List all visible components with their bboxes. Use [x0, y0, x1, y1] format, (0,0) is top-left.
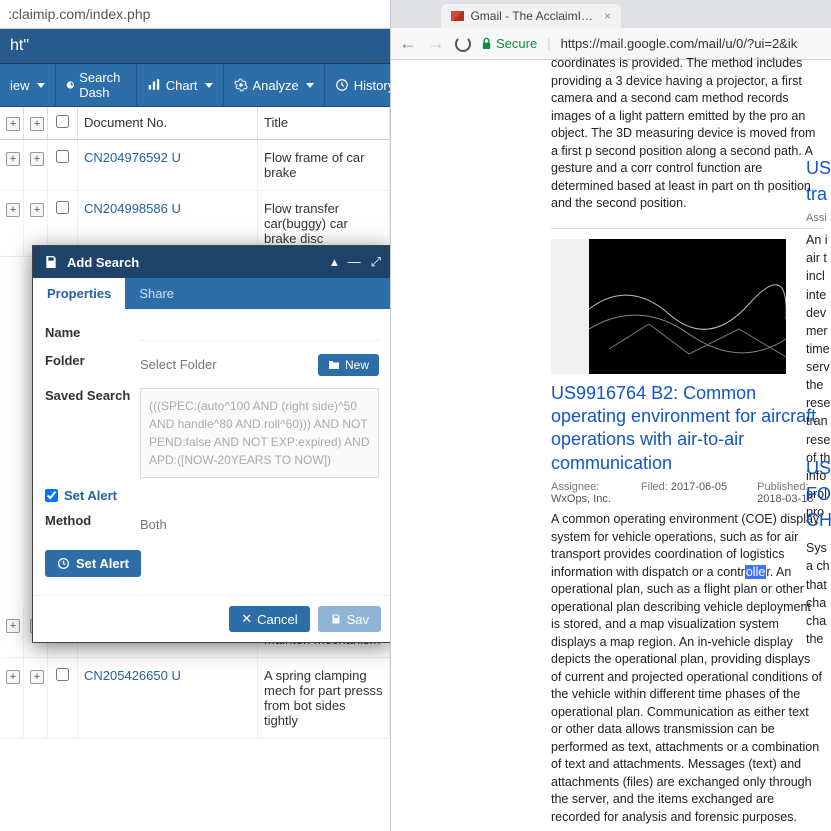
view-menu[interactable]: iew	[0, 64, 56, 106]
browser-tab[interactable]: Gmail - The AcclaimIP.co ×	[441, 4, 621, 28]
chart-menu[interactable]: Chart	[137, 64, 224, 106]
lock-icon	[481, 37, 492, 50]
acclaimip-window: :claimip.com/index.php ht" iew Search Da…	[0, 0, 390, 831]
row-checkbox[interactable]	[56, 668, 69, 681]
save-icon	[330, 613, 342, 625]
method-label: Method	[45, 513, 140, 528]
history-icon	[335, 78, 349, 92]
clock-icon	[57, 557, 70, 570]
cancel-button[interactable]: ✕ Cancel	[229, 606, 309, 632]
save-icon	[43, 254, 59, 270]
search-highlight: olle	[745, 565, 766, 579]
chevron-down-icon	[306, 83, 314, 88]
modal-title: Add Search	[67, 255, 139, 270]
address-bar-left[interactable]: :claimip.com/index.php	[0, 0, 390, 29]
gear-icon	[234, 78, 248, 92]
tab-title: Gmail - The AcclaimIP.co	[470, 9, 598, 23]
toolbar: iew Search Dash Chart Analyze History	[0, 64, 390, 107]
maximize-icon[interactable]: ⤢	[371, 254, 381, 270]
modal-tabs: Properties Share	[33, 278, 391, 309]
dashboard-icon	[66, 78, 75, 92]
plus-icon[interactable]: +	[30, 670, 44, 684]
table-row[interactable]: + + CN204976592 U Flow frame of car brake	[0, 140, 390, 191]
col-document-no[interactable]: Document No.	[78, 107, 258, 139]
method-value: Both	[140, 517, 167, 532]
forward-button[interactable]: →	[427, 33, 445, 54]
patent-meta: Assignee:WxOps, Inc. Filed: 2017-06-05 P…	[551, 481, 823, 505]
chevron-down-icon	[37, 83, 45, 88]
chrome-window: Gmail - The AcclaimIP.co × ← → Secure | …	[390, 0, 831, 831]
page-title-bar: ht"	[0, 29, 390, 64]
folder-placeholder: Select Folder	[140, 357, 217, 372]
save-button[interactable]: Sav	[318, 606, 381, 632]
tab-strip: Gmail - The AcclaimIP.co ×	[391, 0, 831, 28]
select-all-checkbox[interactable]	[48, 107, 78, 139]
plus-icon: +	[6, 117, 20, 131]
set-alert-checkbox-row[interactable]: Set Alert	[45, 484, 379, 507]
grid-header: + + Document No. Title	[0, 107, 390, 140]
set-alert-button[interactable]: Set Alert	[45, 550, 141, 577]
chart-icon	[147, 78, 161, 92]
plus-icon[interactable]: +	[6, 670, 20, 684]
restore-icon[interactable]: —	[348, 254, 361, 270]
folder-icon	[328, 360, 340, 370]
plus-icon[interactable]: +	[30, 203, 44, 217]
side-title[interactable]: US tra	[806, 155, 831, 207]
patent-thumbnail[interactable]	[551, 239, 786, 374]
col-title[interactable]: Title	[258, 107, 390, 139]
expand-col: +	[24, 107, 48, 139]
back-button[interactable]: ←	[399, 33, 417, 54]
secure-badge[interactable]: Secure	[481, 36, 537, 51]
saved-search-text[interactable]: (((SPEC:(auto^100 AND (right side)^50 AN…	[140, 388, 379, 478]
minimize-icon[interactable]: ▴	[331, 254, 338, 270]
plus-icon: +	[30, 117, 44, 131]
set-alert-label: Set Alert	[64, 488, 117, 503]
chevron-down-icon	[205, 83, 213, 88]
row-title: Flow frame of car brake	[258, 140, 390, 190]
sidebar-patent-cut: US FO CH Sys a ch that cha cha the	[806, 455, 831, 648]
plus-icon[interactable]: +	[6, 619, 20, 633]
patent-card: US9916764 B2: Common operating environme…	[551, 228, 823, 827]
abstract-text: coordinates is provided. The method incl…	[551, 55, 823, 213]
row-title: A spring clamping mech for part presss f…	[258, 658, 390, 738]
saved-search-label: Saved Search	[45, 388, 140, 403]
reload-button[interactable]	[455, 36, 471, 52]
patent-title-link[interactable]: US9916764 B2: Common operating environme…	[551, 382, 823, 476]
omnibox[interactable]: https://mail.google.com/mail/u/0/?ui=2&i…	[561, 36, 798, 51]
folder-label: Folder	[45, 353, 140, 368]
tab-properties[interactable]: Properties	[33, 278, 125, 309]
analyze-menu[interactable]: Analyze	[224, 64, 325, 106]
document-link[interactable]: CN204998586 U	[84, 201, 181, 216]
close-icon: ✕	[241, 611, 252, 627]
plus-icon[interactable]: +	[30, 152, 44, 166]
tab-share[interactable]: Share	[125, 278, 188, 309]
row-checkbox[interactable]	[56, 201, 69, 214]
method-select[interactable]: Both	[140, 513, 379, 536]
modal-header[interactable]: Add Search ▴ — ⤢	[33, 246, 391, 278]
name-input[interactable]	[140, 325, 379, 341]
plus-icon[interactable]: +	[6, 203, 20, 217]
name-label: Name	[45, 325, 140, 340]
patent-abstract: A common operating environment (COE) dis…	[551, 511, 823, 826]
folder-select[interactable]: Select Folder	[140, 353, 310, 376]
close-tab-icon[interactable]: ×	[604, 9, 611, 23]
email-body: coordinates is provided. The method incl…	[391, 55, 831, 831]
document-link[interactable]: CN205426650 U	[84, 668, 181, 683]
expand-all[interactable]: +	[0, 107, 24, 139]
row-checkbox[interactable]	[56, 150, 69, 163]
document-link[interactable]: CN204976592 U	[84, 150, 181, 165]
new-folder-button[interactable]: New	[318, 354, 379, 376]
search-dash-button[interactable]: Search Dash	[56, 64, 137, 106]
table-row[interactable]: + + CN205426650 U A spring clamping mech fo…	[0, 658, 390, 739]
add-search-modal: Add Search ▴ — ⤢ Properties Share Name F…	[32, 245, 392, 643]
side-title[interactable]: US FO CH	[806, 455, 831, 533]
gmail-icon	[451, 11, 464, 21]
set-alert-checkbox[interactable]	[45, 489, 58, 502]
plus-icon[interactable]: +	[6, 152, 20, 166]
